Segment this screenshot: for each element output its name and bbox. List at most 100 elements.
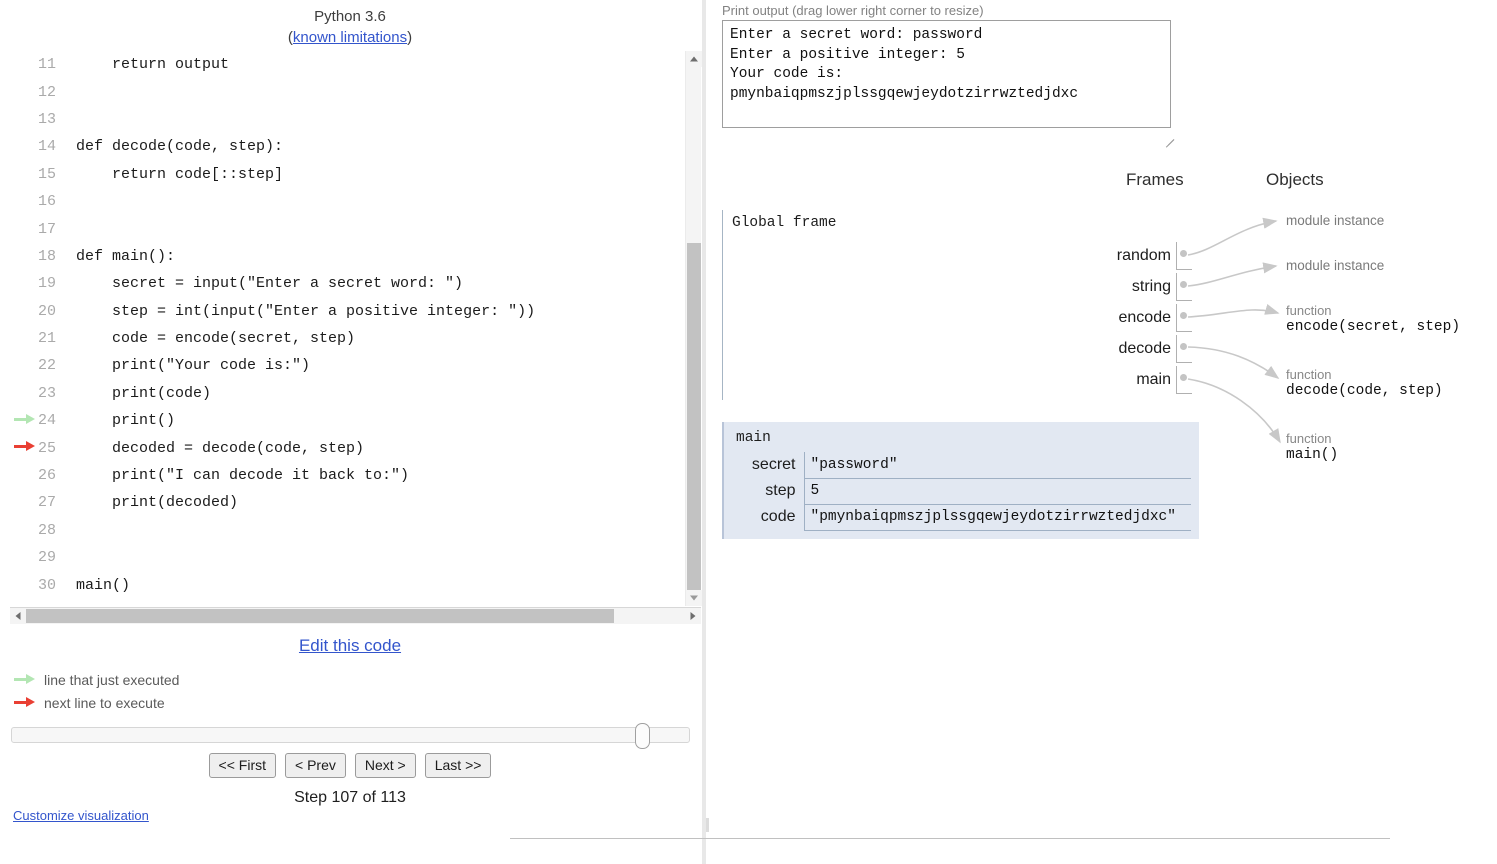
vertical-scroll-thumb[interactable] bbox=[687, 243, 701, 601]
code-line-row: 26 print("I can decode it back to:") bbox=[10, 462, 690, 489]
code-line-row: 14 def decode(code, step): bbox=[10, 133, 690, 160]
code-line-row: 15 return code[::step] bbox=[10, 161, 690, 188]
known-limitations-link[interactable]: known limitations bbox=[293, 29, 407, 46]
global-frame-variables: random string encode decode main bbox=[862, 240, 1192, 395]
code-line-text: return output bbox=[76, 56, 230, 74]
prev-button[interactable]: < Prev bbox=[285, 753, 346, 778]
horizontal-scroll-thumb[interactable] bbox=[26, 609, 614, 623]
scroll-left-button[interactable] bbox=[10, 608, 26, 624]
code-line-row: 27 print(decoded) bbox=[10, 489, 690, 516]
code-viewport[interactable]: 11 return output 12 13 14 def decode(code, s… bbox=[10, 51, 690, 606]
heap-object-encode-function: function encode(secret, step) bbox=[1286, 303, 1460, 337]
code-line-gutter bbox=[10, 78, 36, 105]
main-frame-variable-name: secret bbox=[751, 456, 796, 473]
code-line-number: 29 bbox=[37, 549, 56, 567]
triangle-right-icon bbox=[690, 612, 696, 620]
code-line-text bbox=[66, 188, 690, 215]
objects-column-header: Objects bbox=[1266, 170, 1324, 189]
global-variable-name: decode bbox=[1118, 339, 1172, 357]
step-slider-thumb[interactable] bbox=[635, 723, 650, 749]
code-line-row: 19 secret = input("Enter a secret word: … bbox=[10, 270, 690, 297]
code-line-row: 17 bbox=[10, 215, 690, 242]
code-line-number: 26 bbox=[37, 467, 56, 485]
code-line-gutter bbox=[10, 325, 36, 352]
scroll-up-button[interactable] bbox=[686, 51, 702, 67]
pointer-dot-icon bbox=[1180, 249, 1187, 257]
code-horizontal-scrollbar[interactable] bbox=[10, 607, 701, 624]
python-version-label: Python 3.6 bbox=[314, 8, 386, 25]
pointer-dot-icon bbox=[1180, 342, 1187, 350]
code-line-text: code = encode(secret, step) bbox=[76, 330, 356, 348]
code-line-gutter bbox=[10, 51, 36, 78]
global-variable-pointer-slot bbox=[1176, 365, 1192, 394]
heap-type-label: module instance bbox=[1286, 258, 1385, 273]
global-variable-name: string bbox=[1131, 277, 1171, 295]
code-line-text: def main(): bbox=[76, 247, 176, 265]
next-button[interactable]: Next > bbox=[354, 753, 416, 778]
code-line-gutter bbox=[10, 106, 36, 133]
code-line-row: 18 def main(): bbox=[10, 243, 690, 270]
python-version-header: Python 3.6 (known limitations) bbox=[0, 6, 700, 48]
global-variable-row: decode bbox=[862, 333, 1192, 364]
triangle-left-icon bbox=[15, 612, 21, 620]
first-button[interactable]: << First bbox=[208, 753, 277, 778]
code-line-row: 24 print() bbox=[10, 407, 690, 434]
code-line-number: 20 bbox=[37, 302, 56, 320]
code-line-number: 25 bbox=[37, 439, 56, 457]
legend-label-executed: line that just executed bbox=[44, 671, 180, 688]
heap-object-decode-function: function decode(code, step) bbox=[1286, 367, 1443, 401]
last-button[interactable]: Last >> bbox=[424, 753, 492, 778]
code-line-number: 30 bbox=[37, 576, 56, 594]
code-line-gutter bbox=[10, 517, 36, 544]
print-output-label: Print output (drag lower right corner to… bbox=[722, 3, 984, 18]
code-line-text: print("I can decode it back to:") bbox=[76, 467, 410, 485]
code-vertical-scrollbar[interactable] bbox=[685, 51, 702, 606]
customize-visualization-link[interactable]: Customize visualization bbox=[13, 808, 149, 823]
code-line-row: 28 bbox=[10, 517, 690, 544]
code-line-text: secret = input("Enter a secret word: ") bbox=[76, 275, 464, 293]
code-line-gutter bbox=[10, 544, 36, 571]
pointer-dot-icon bbox=[1180, 373, 1187, 381]
global-variable-row: string bbox=[862, 271, 1192, 302]
visualization-pane: Print output (drag lower right corner to… bbox=[706, 0, 1497, 864]
step-slider[interactable] bbox=[11, 723, 690, 749]
global-frame-title: Global frame bbox=[732, 215, 837, 231]
edit-this-code-link[interactable]: Edit this code bbox=[299, 636, 401, 655]
main-frame: main secret "password" step 5 code "pmynbaiqp… bbox=[722, 422, 1199, 539]
triangle-up-icon bbox=[690, 56, 698, 62]
code-line-row: 22 print("Your code is:") bbox=[10, 352, 690, 379]
code-line-row: 30 main() bbox=[10, 571, 690, 598]
code-line-number: 24 bbox=[37, 412, 56, 430]
code-line-gutter bbox=[10, 243, 36, 270]
code-line-number: 27 bbox=[37, 494, 56, 512]
code-line-gutter bbox=[10, 188, 36, 215]
scroll-right-button[interactable] bbox=[685, 608, 701, 624]
global-variable-row: random bbox=[862, 240, 1192, 271]
python-tutor-app: Python 3.6 (known limitations) 11 return… bbox=[0, 0, 1497, 864]
scroll-down-button[interactable] bbox=[686, 590, 702, 606]
red-arrow-icon bbox=[14, 697, 36, 708]
heap-object-random-module: module instance bbox=[1286, 213, 1384, 228]
code-line-text: decoded = decode(code, step) bbox=[76, 439, 365, 457]
code-line-gutter bbox=[10, 352, 36, 379]
code-line-number: 11 bbox=[37, 56, 56, 74]
print-output-box: Enter a secret word: password Enter a po… bbox=[722, 20, 1171, 128]
green-arrow-icon bbox=[14, 674, 36, 685]
main-frame-row: secret "password" bbox=[732, 452, 1191, 479]
global-frame: Global frame random string encode decode mai… bbox=[722, 210, 1192, 400]
legend-label-next: next line to execute bbox=[44, 694, 165, 711]
global-variable-name: encode bbox=[1118, 308, 1172, 326]
legend-row-next: next line to execute bbox=[14, 691, 414, 714]
resize-grip-icon[interactable] bbox=[1162, 128, 1175, 148]
next-line-arrow-icon bbox=[10, 434, 36, 461]
main-frame-title: main bbox=[736, 430, 771, 446]
edit-code-row: Edit this code bbox=[0, 636, 700, 656]
code-line-gutter bbox=[10, 380, 36, 407]
heap-type-label: function bbox=[1286, 431, 1332, 446]
heap-type-label: function bbox=[1286, 367, 1332, 382]
bottom-divider-rule bbox=[510, 838, 1390, 839]
global-variable-pointer-slot bbox=[1176, 272, 1192, 301]
code-line-number: 17 bbox=[37, 220, 56, 238]
left-spine-marker bbox=[706, 818, 709, 832]
global-variable-pointer-slot bbox=[1176, 334, 1192, 363]
